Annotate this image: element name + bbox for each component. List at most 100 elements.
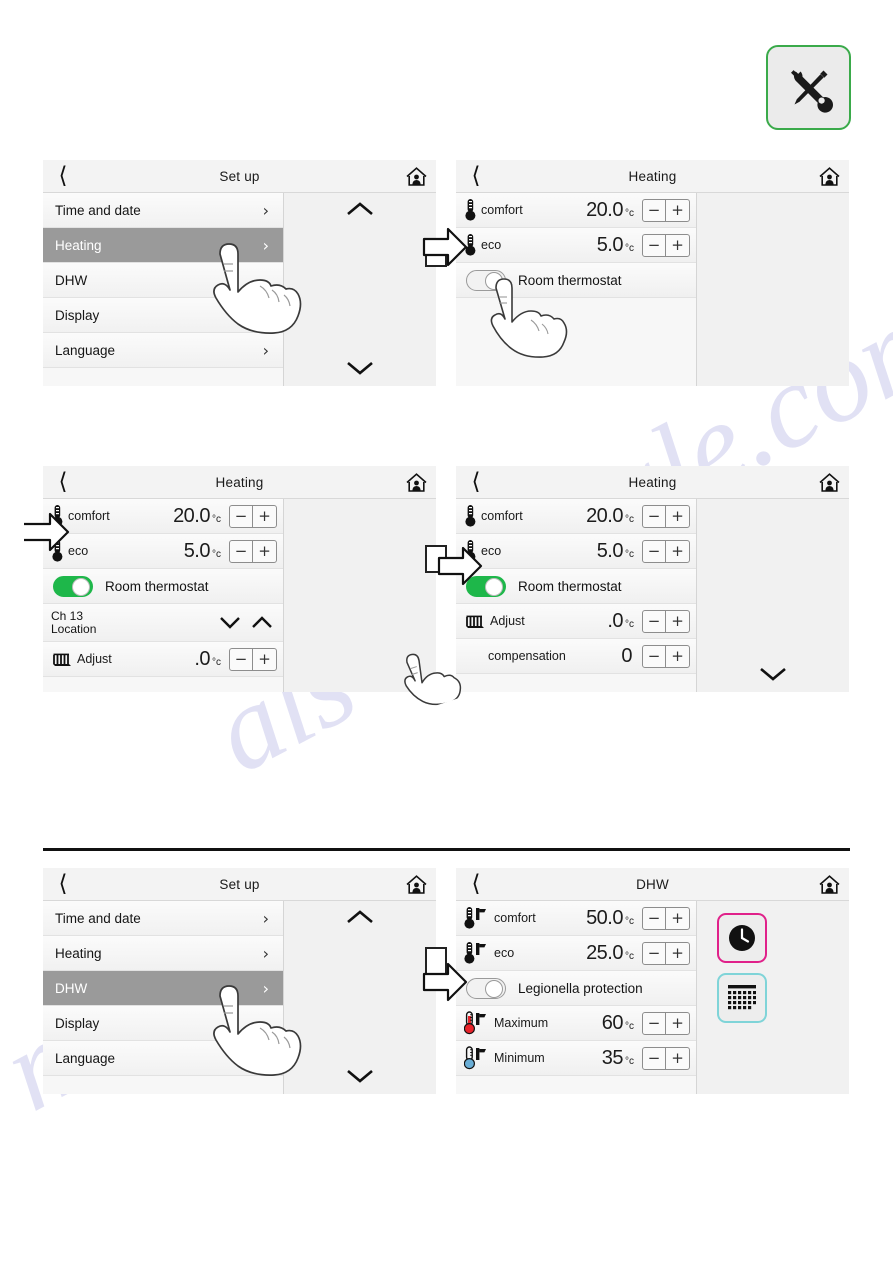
chevron-down-icon[interactable] (284, 1068, 436, 1084)
sidebar-item-dhw[interactable]: DHW › (43, 971, 283, 1006)
scroll-panel (696, 499, 849, 692)
eco-stepper[interactable]: − + (642, 539, 690, 563)
chevron-up-icon[interactable] (284, 201, 436, 217)
row-label: compensation (488, 649, 566, 663)
increment-button[interactable]: + (666, 235, 689, 256)
location-text: Ch 13 Location (51, 608, 96, 636)
decrement-button[interactable]: − (643, 645, 666, 667)
screen-heating-compensation: ⟨ Heating comfort 20.0 °c − + eco 5.0 °c (456, 466, 849, 692)
comfort-stepper[interactable]: − + (229, 504, 277, 528)
back-chevron-icon[interactable]: ⟨ (456, 872, 496, 896)
sidebar-item-heating[interactable]: Heating › (43, 936, 283, 971)
chevron-right-icon: › (262, 943, 269, 963)
back-chevron-icon[interactable]: ⟨ (43, 164, 83, 188)
location-steppers[interactable] (219, 616, 273, 629)
row-legionella[interactable]: Legionella protection (456, 971, 696, 1006)
back-chevron-icon[interactable]: ⟨ (43, 872, 83, 896)
row-location[interactable]: Ch 13 Location (43, 604, 283, 642)
chevron-up-icon[interactable] (251, 616, 273, 629)
home-person-icon[interactable] (818, 472, 841, 493)
chevron-down-icon[interactable] (219, 616, 241, 629)
home-person-icon[interactable] (818, 874, 841, 895)
home-person-icon[interactable] (818, 166, 841, 187)
increment-button[interactable]: + (666, 611, 689, 632)
row-comfort-temp: comfort 20.0 °c − + (456, 499, 696, 534)
sidebar-item-language[interactable]: Language (43, 1041, 283, 1076)
legionella-toggle[interactable] (466, 977, 506, 999)
eco-stepper[interactable]: − + (229, 539, 277, 563)
titlebar: ⟨ Set up (43, 160, 436, 193)
row-eco-temp: eco 5.0 °c − + (456, 228, 696, 263)
increment-button[interactable]: + (666, 506, 689, 527)
row-comfort-temp: comfort 20.0 °c − + (456, 193, 696, 228)
location-channel: Ch 13 (51, 608, 84, 623)
row-unit: °c (625, 207, 634, 219)
dhw-minimum-stepper[interactable]: − + (642, 1046, 690, 1070)
back-chevron-icon[interactable]: ⟨ (456, 164, 496, 188)
screen-setup-dhw: ⟨ Set up Time and date › Heating › DHW ›… (43, 868, 447, 1094)
increment-button[interactable]: + (666, 943, 689, 964)
tools-icon (790, 69, 833, 113)
increment-button[interactable]: + (666, 1048, 689, 1069)
dhw-timer-button[interactable] (717, 913, 767, 963)
decrement-button[interactable]: − (643, 907, 666, 929)
increment-button[interactable]: + (666, 1013, 689, 1034)
sidebar-item-heating[interactable]: Heating › (43, 228, 283, 263)
home-person-icon[interactable] (405, 874, 428, 895)
decrement-button[interactable]: − (643, 505, 666, 527)
increment-button[interactable]: + (253, 649, 276, 670)
back-chevron-icon[interactable]: ⟨ (456, 470, 496, 494)
row-room-thermostat[interactable]: Room thermostat (43, 569, 283, 604)
decrement-button[interactable]: − (643, 1012, 666, 1034)
decrement-button[interactable]: − (643, 610, 666, 632)
sidebar-item-time-and-date[interactable]: Time and date › (43, 901, 283, 936)
increment-button[interactable]: + (253, 506, 276, 527)
dhw-comfort-stepper[interactable]: − + (642, 906, 690, 930)
row-label: Adjust (490, 614, 525, 628)
dhw-eco-stepper[interactable]: − + (642, 941, 690, 965)
increment-button[interactable]: + (666, 646, 689, 667)
decrement-button[interactable]: − (643, 199, 666, 221)
comfort-stepper[interactable]: − + (642, 198, 690, 222)
sidebar-item-display[interactable]: Display (43, 1006, 283, 1041)
dhw-maximum-stepper[interactable]: − + (642, 1011, 690, 1035)
increment-button[interactable]: + (666, 541, 689, 562)
decrement-button[interactable]: − (230, 648, 253, 670)
decrement-button[interactable]: − (643, 234, 666, 256)
screen-body: Time and date › Heating › DHW Display La… (43, 193, 447, 386)
screen-dhw: ⟨ DHW comfort 50.0 °c − + eco 25.0 °c − … (456, 868, 849, 1094)
room-thermostat-toggle[interactable] (466, 269, 506, 291)
decrement-button[interactable]: − (643, 540, 666, 562)
chevron-down-icon[interactable] (284, 360, 436, 376)
decrement-button[interactable]: − (230, 540, 253, 562)
increment-button[interactable]: + (666, 200, 689, 221)
increment-button[interactable]: + (666, 908, 689, 929)
sidebar-item-language[interactable]: Language › (43, 333, 283, 368)
chevron-down-icon[interactable] (697, 666, 849, 682)
comfort-stepper[interactable]: − + (642, 504, 690, 528)
dhw-schedule-button[interactable] (717, 973, 767, 1023)
titlebar: ⟨ Heating (456, 160, 849, 193)
sidebar-item-display[interactable]: Display (43, 298, 283, 333)
decrement-button[interactable]: − (643, 942, 666, 964)
increment-button[interactable]: + (253, 541, 276, 562)
toggle-knob (485, 271, 503, 290)
home-person-icon[interactable] (405, 472, 428, 493)
sidebar-item-time-and-date[interactable]: Time and date › (43, 193, 283, 228)
chevron-up-icon[interactable] (284, 909, 436, 925)
adjust-stepper[interactable]: − + (229, 647, 277, 671)
room-thermostat-toggle[interactable] (53, 575, 93, 597)
sidebar-item-dhw[interactable]: DHW (43, 263, 283, 298)
adjust-stepper[interactable]: − + (642, 609, 690, 633)
row-room-thermostat[interactable]: Room thermostat (456, 263, 696, 298)
chevron-right-icon: › (262, 908, 269, 928)
row-value: 25.0 (586, 941, 623, 964)
back-chevron-icon[interactable]: ⟨ (43, 470, 83, 494)
home-person-icon[interactable] (405, 166, 428, 187)
decrement-button[interactable]: − (643, 1047, 666, 1069)
compensation-stepper[interactable]: − + (642, 644, 690, 668)
row-room-thermostat[interactable]: Room thermostat (456, 569, 696, 604)
tools-badge (766, 45, 851, 130)
decrement-button[interactable]: − (230, 505, 253, 527)
eco-stepper[interactable]: − + (642, 233, 690, 257)
